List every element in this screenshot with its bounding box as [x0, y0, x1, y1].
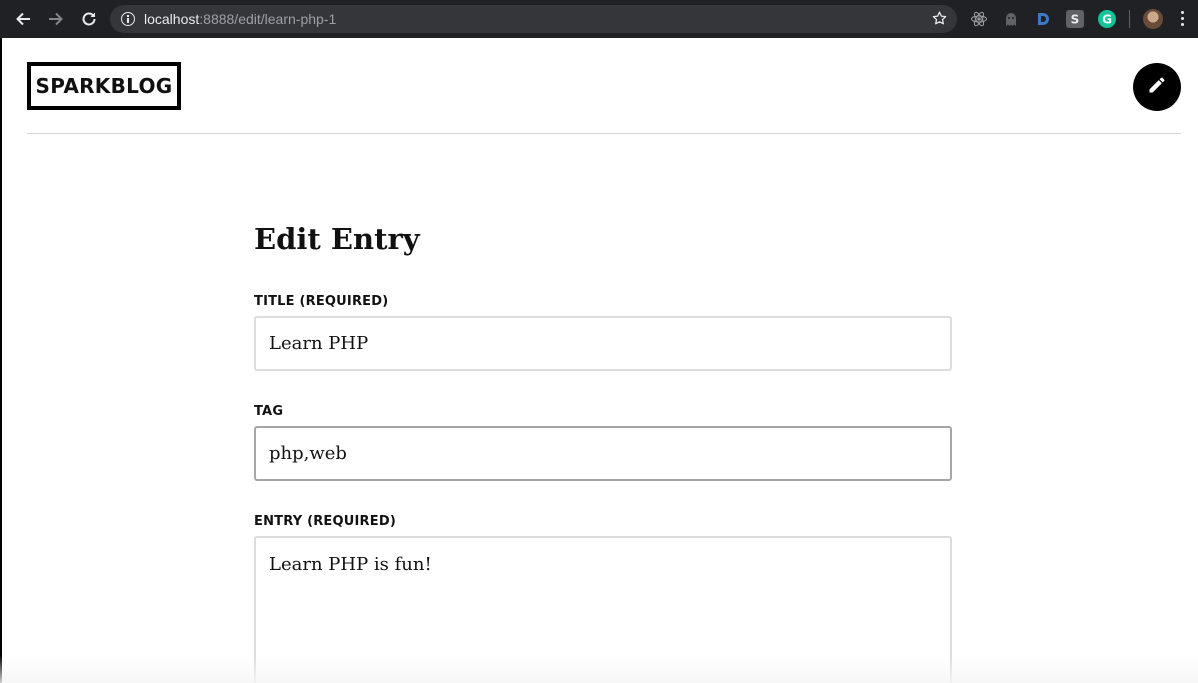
forward-icon[interactable]: [46, 9, 66, 29]
entry-textarea[interactable]: Learn PHP is fun!: [254, 536, 952, 683]
title-label: TITLE (REQUIRED): [254, 294, 389, 309]
window-edge: [0, 38, 2, 683]
s-extension-icon[interactable]: S: [1066, 10, 1084, 28]
url-text[interactable]: localhost:8888/edit/learn-php-1: [144, 11, 336, 27]
logo-text: SPARKBLOG: [35, 74, 173, 98]
reload-icon[interactable]: [79, 9, 99, 29]
profile-avatar[interactable]: [1143, 9, 1163, 29]
site-logo[interactable]: SPARKBLOG: [27, 62, 181, 110]
toolbar-separator: [1129, 10, 1130, 28]
svg-text:G: G: [1102, 13, 1112, 27]
dashlane-icon[interactable]: [1034, 10, 1052, 28]
title-input[interactable]: [254, 316, 952, 371]
menu-kebab-icon[interactable]: [1181, 11, 1185, 27]
ghost-extension-icon[interactable]: [1002, 10, 1020, 28]
entry-label: ENTRY (REQUIRED): [254, 514, 396, 529]
address-bar[interactable]: localhost:8888/edit/learn-php-1: [110, 5, 957, 33]
header-divider: [27, 133, 1181, 134]
browser-toolbar: localhost:8888/edit/learn-php-1 S G: [0, 0, 1198, 38]
info-icon[interactable]: [121, 12, 135, 26]
new-entry-button[interactable]: [1133, 63, 1181, 111]
svg-text:S: S: [1071, 13, 1080, 27]
url-path: :8888/edit/learn-php-1: [199, 11, 337, 27]
page-title: Edit Entry: [254, 222, 420, 256]
url-host: localhost: [144, 11, 200, 27]
bookmark-star-icon[interactable]: [931, 10, 948, 31]
back-icon[interactable]: [13, 9, 33, 29]
pencil-icon: [1147, 75, 1167, 99]
grammarly-icon[interactable]: G: [1098, 10, 1116, 28]
tag-label: TAG: [254, 404, 284, 419]
tag-input[interactable]: [254, 426, 952, 481]
react-devtools-icon[interactable]: [970, 10, 988, 28]
